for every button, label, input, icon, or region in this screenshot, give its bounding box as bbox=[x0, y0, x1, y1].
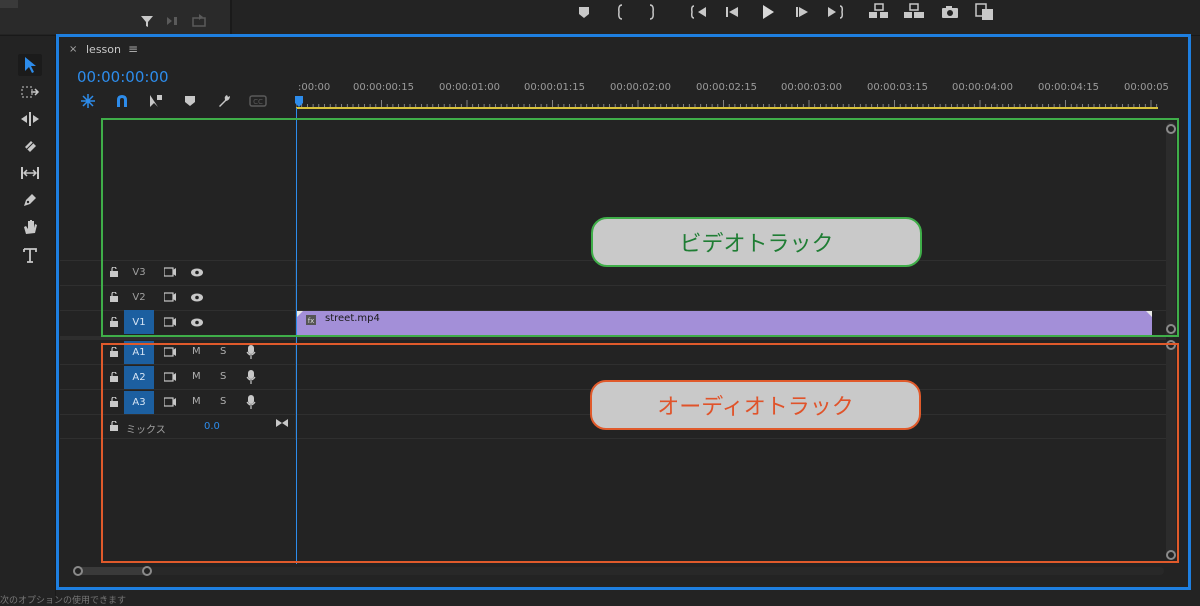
tools-panel bbox=[0, 36, 56, 600]
pen-tool-icon[interactable] bbox=[22, 192, 38, 208]
selection-tool-icon[interactable] bbox=[22, 56, 38, 74]
audio-track-callout: オーディオトラック bbox=[590, 380, 921, 430]
audio-track-highlight bbox=[101, 343, 1179, 563]
marker-icon[interactable] bbox=[578, 6, 590, 20]
export-frame-icon[interactable] bbox=[192, 13, 208, 27]
video-track-callout: ビデオトラック bbox=[591, 217, 922, 267]
play-icon[interactable] bbox=[760, 3, 776, 21]
hand-tool-icon[interactable] bbox=[22, 218, 38, 236]
extract-icon[interactable] bbox=[903, 3, 925, 21]
razor-tool-icon[interactable] bbox=[22, 138, 38, 154]
go-to-out-icon[interactable] bbox=[826, 4, 844, 20]
compare-icon[interactable] bbox=[975, 3, 995, 21]
ripple-edit-tool-icon[interactable] bbox=[20, 111, 40, 127]
lift-icon[interactable] bbox=[868, 3, 890, 21]
source-panel-header bbox=[0, 0, 232, 34]
step-forward-icon[interactable] bbox=[794, 4, 810, 20]
type-tool-icon[interactable] bbox=[22, 246, 38, 264]
slip-tool-icon[interactable] bbox=[20, 166, 40, 180]
mark-out-icon[interactable] bbox=[646, 4, 658, 20]
filter-icon[interactable] bbox=[140, 14, 154, 28]
camera-icon[interactable] bbox=[941, 5, 959, 19]
step-back-icon[interactable] bbox=[724, 4, 740, 20]
panel-tab-stub bbox=[0, 0, 18, 8]
top-toolbar bbox=[0, 0, 1200, 36]
insert-icon[interactable] bbox=[166, 15, 182, 27]
mark-in-icon[interactable] bbox=[614, 4, 626, 20]
go-to-in-icon[interactable] bbox=[690, 4, 708, 20]
track-select-tool-icon[interactable] bbox=[20, 84, 40, 100]
